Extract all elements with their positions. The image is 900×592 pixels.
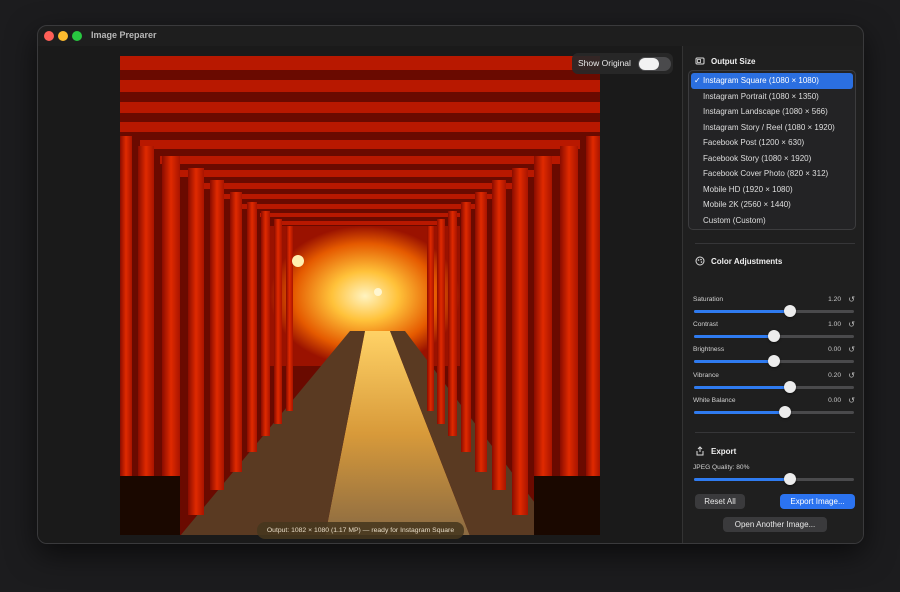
slider-label: White Balance (693, 396, 736, 404)
slider-white-balance[interactable]: White Balance 0.00 ↺ (693, 396, 855, 419)
divider (695, 432, 855, 433)
output-size-option[interactable]: Facebook Cover Photo (820 × 312) (691, 166, 853, 182)
output-size-option[interactable]: Instagram Landscape (1080 × 566) (691, 104, 853, 120)
toggle-knob (639, 58, 659, 70)
slider-thumb[interactable] (779, 405, 792, 418)
output-size-header: Output Size (695, 56, 755, 66)
share-icon (696, 446, 704, 456)
preview-canvas: Show Original Output: 1082 × 1080 (1.17 … (38, 46, 682, 543)
output-size-option[interactable]: Facebook Post (1200 × 630) (691, 135, 853, 151)
reset-all-button[interactable]: Reset All (695, 494, 745, 509)
output-size-title: Output Size (711, 56, 756, 66)
output-size-option[interactable]: Facebook Story (1080 × 1920) (691, 151, 853, 167)
slider-fill (694, 310, 790, 313)
slider-track[interactable] (694, 405, 854, 418)
slider-thumb[interactable] (768, 355, 780, 368)
slider-track[interactable] (694, 380, 854, 393)
output-size-option[interactable]: Mobile HD (1920 × 1080) (691, 182, 853, 198)
slider-value: 1.20 (828, 296, 841, 303)
minimize-window-button[interactable] (58, 31, 68, 41)
output-size-option-label: Facebook Cover Photo (820 × 312) (703, 169, 829, 178)
reset-arrow-icon[interactable]: ↺ (848, 396, 855, 405)
slider-label: Vibrance (693, 371, 719, 379)
reset-arrow-icon[interactable]: ↺ (848, 295, 855, 304)
window-title: Image Preparer (91, 30, 157, 40)
output-size-option[interactable]: Instagram Portrait (1080 × 1350) (691, 89, 853, 105)
slider-thumb[interactable] (784, 380, 796, 393)
checkmark-icon: ✓ (694, 76, 701, 85)
jpeg-quality-label: JPEG Quality: 80% (693, 464, 750, 471)
reset-arrow-icon[interactable]: ↺ (848, 345, 855, 354)
close-window-button[interactable] (44, 31, 54, 41)
output-size-option-label: Mobile 2K (2560 × 1440) (703, 200, 791, 209)
color-adjustments-header: Color Adjustments (695, 256, 782, 266)
show-original-control: Show Original (572, 53, 673, 74)
slider-track[interactable] (694, 355, 854, 368)
open-another-image-button[interactable]: Open Another Image... (723, 517, 827, 532)
export-image-button[interactable]: Export Image... (780, 494, 855, 509)
jpeg-quality-slider[interactable]: JPEG Quality: 80% (693, 464, 855, 486)
output-size-option-label: Instagram Square (1080 × 1080) (703, 76, 819, 85)
palette-icon (695, 256, 705, 266)
divider (695, 243, 855, 244)
output-size-option[interactable]: ✓ Instagram Square (1080 × 1080) (691, 73, 853, 89)
slider-fill (694, 335, 774, 339)
reset-arrow-icon[interactable]: ↺ (848, 320, 855, 329)
slider-label: Brightness (693, 346, 725, 354)
sidebar: Output Size ✓ Instagram Square (1080 × 10… (682, 46, 863, 543)
show-original-label: Show Original (578, 58, 631, 68)
crop-icon (695, 57, 705, 65)
color-adjustments-title: Color Adjustments (711, 256, 783, 266)
status-badge: Output: 1082 × 1080 (1.17 MP) — ready fo… (257, 522, 464, 539)
slider-label: Contrast (693, 321, 718, 329)
slider-value: 0.20 (828, 371, 841, 379)
slider-thumb[interactable] (784, 305, 796, 317)
zoom-window-button[interactable] (72, 31, 82, 41)
slider-track[interactable] (694, 473, 854, 485)
slider-saturation[interactable]: Saturation 1.20 ↺ (693, 295, 855, 318)
preview-image (120, 56, 600, 535)
slider-value: 0.00 (828, 346, 841, 354)
slider-fill (694, 360, 774, 364)
show-original-toggle[interactable] (638, 57, 671, 71)
slider-thumb[interactable] (768, 330, 780, 343)
output-size-option-label: Facebook Story (1080 × 1920) (703, 153, 812, 163)
output-size-option-label: Facebook Post (1200 × 630) (703, 138, 805, 147)
slider-value: 0.00 (828, 396, 841, 404)
slider-brightness[interactable]: Brightness 0.00 ↺ (693, 345, 855, 368)
output-size-option[interactable]: Mobile 2K (2560 × 1440) (691, 197, 853, 213)
slider-track[interactable] (694, 305, 854, 317)
output-size-option-label: Custom (Custom) (703, 215, 766, 225)
output-size-option[interactable]: Custom (Custom) (691, 213, 853, 229)
slider-vibrance[interactable]: Vibrance 0.20 ↺ (693, 371, 855, 394)
slider-fill (694, 385, 790, 389)
slider-fill (694, 478, 790, 481)
slider-track[interactable] (694, 330, 854, 343)
slider-contrast[interactable]: Contrast 1.00 ↺ (693, 320, 855, 343)
output-size-option-label: Instagram Story / Reel (1080 × 1920) (703, 122, 835, 132)
app-window: Image Preparer Show Original Output: 108… (37, 25, 864, 544)
slider-fill (694, 410, 786, 414)
output-size-list[interactable]: ✓ Instagram Square (1080 × 1080) Instagram… (688, 70, 856, 230)
output-size-option[interactable]: Instagram Story / Reel (1080 × 1920) (691, 120, 853, 136)
output-size-option-label: Instagram Portrait (1080 × 1350) (703, 91, 819, 101)
output-size-option-label: Instagram Landscape (1080 × 566) (703, 107, 828, 116)
export-header: Export (695, 446, 736, 456)
reset-arrow-icon[interactable]: ↺ (848, 371, 855, 380)
export-title: Export (711, 446, 737, 456)
slider-label: Saturation (693, 296, 724, 303)
slider-thumb[interactable] (784, 473, 796, 485)
slider-value: 1.00 (828, 321, 841, 329)
output-size-option-label: Mobile HD (1920 × 1080) (703, 184, 793, 194)
title-bar: Image Preparer (38, 26, 863, 46)
